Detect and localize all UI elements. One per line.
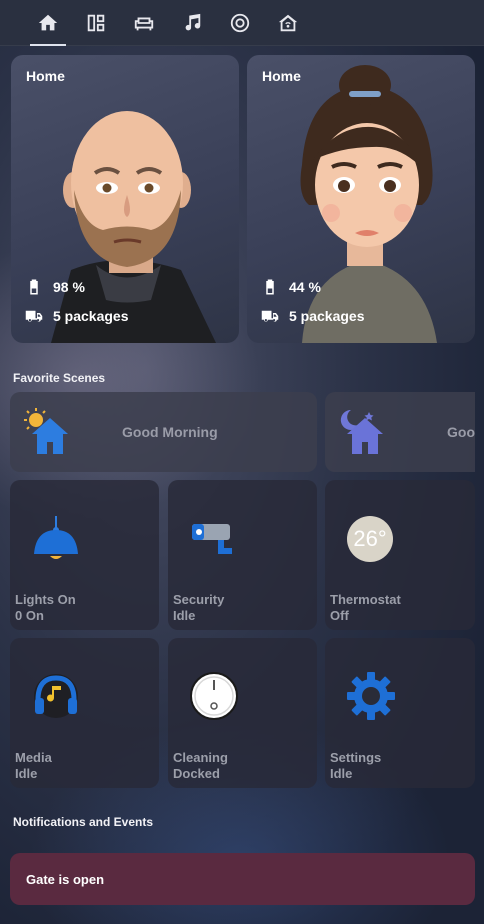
scene-label: Good Morning [122,424,218,440]
section-title-scenes: Favorite Scenes [13,371,106,385]
tile-name: Lights On [15,592,76,607]
headphones-icon [34,674,78,718]
tile-lights[interactable]: Lights On 0 On [10,480,159,630]
tile-cleaning[interactable]: Cleaning Docked [168,638,317,788]
tile-thermostat[interactable]: 26° Thermostat Off [325,480,475,630]
tab-dashboard[interactable] [72,0,120,46]
house-wifi-icon [278,14,298,32]
packages-value: 5 packages [289,308,365,324]
battery-row: 44 % [261,278,321,296]
sun-house-icon [24,408,68,454]
battery-row: 98 % [25,278,85,296]
tile-state: Off [330,608,349,623]
robot-vacuum-icon [190,672,238,720]
music-icon [185,13,201,31]
tab-music[interactable] [168,0,216,46]
tab-vacuum[interactable] [216,0,264,46]
tile-settings[interactable]: Settings Idle [325,638,475,788]
tile-media[interactable]: Media Idle [10,638,159,788]
packages-row: 5 packages [261,307,365,325]
notification-text: Gate is open [26,871,105,887]
top-navigation [0,0,484,46]
tile-state: Idle [15,766,38,781]
tile-name: Security [173,592,225,607]
tile-state: Docked [173,766,220,781]
tile-state: Idle [173,608,196,623]
tile-name: Cleaning [173,750,228,765]
security-camera-icon [192,524,232,554]
ceiling-lamp-icon [34,516,78,559]
home-icon [38,14,58,31]
scene-good-morning[interactable]: Good Morning [10,392,317,472]
packages-row: 5 packages [25,307,129,325]
dashboard-icon [87,14,105,32]
battery-value: 98 % [53,279,85,295]
tile-name: Media [15,750,52,765]
scene-good-night[interactable]: Goo [325,392,475,472]
tab-network[interactable] [264,0,312,46]
tile-security[interactable]: Security Idle [168,480,317,630]
sofa-icon [134,17,154,31]
tab-home[interactable] [24,0,72,46]
person-card-2[interactable]: Home 44 % 5 packages [247,55,475,343]
thermostat-value: 26° [353,526,387,551]
truck-icon [25,310,43,322]
battery-icon [30,279,38,295]
robot-vacuum-icon [230,13,250,33]
tab-living-room[interactable] [120,0,168,46]
thermostat-icon: 26° [347,516,393,562]
person-card-1[interactable]: Home 98 % 5 packages [11,55,239,343]
gear-icon [347,672,395,720]
person-status: Home [26,68,65,84]
notification-gate[interactable]: Gate is open [10,853,475,905]
tile-name: Thermostat [330,592,401,607]
person-avatar-2 [300,65,437,343]
packages-value: 5 packages [53,308,129,324]
tile-state: 0 On [15,608,44,623]
tile-name: Settings [330,750,382,765]
moon-house-icon [340,409,383,454]
battery-value: 44 % [289,279,321,295]
section-title-notifications: Notifications and Events [13,815,154,829]
tile-state: Idle [330,766,353,781]
truck-icon [261,310,279,322]
battery-icon [266,279,274,295]
person-status: Home [262,68,301,84]
person-avatar-1 [51,111,216,343]
scene-label: Goo [447,424,475,440]
